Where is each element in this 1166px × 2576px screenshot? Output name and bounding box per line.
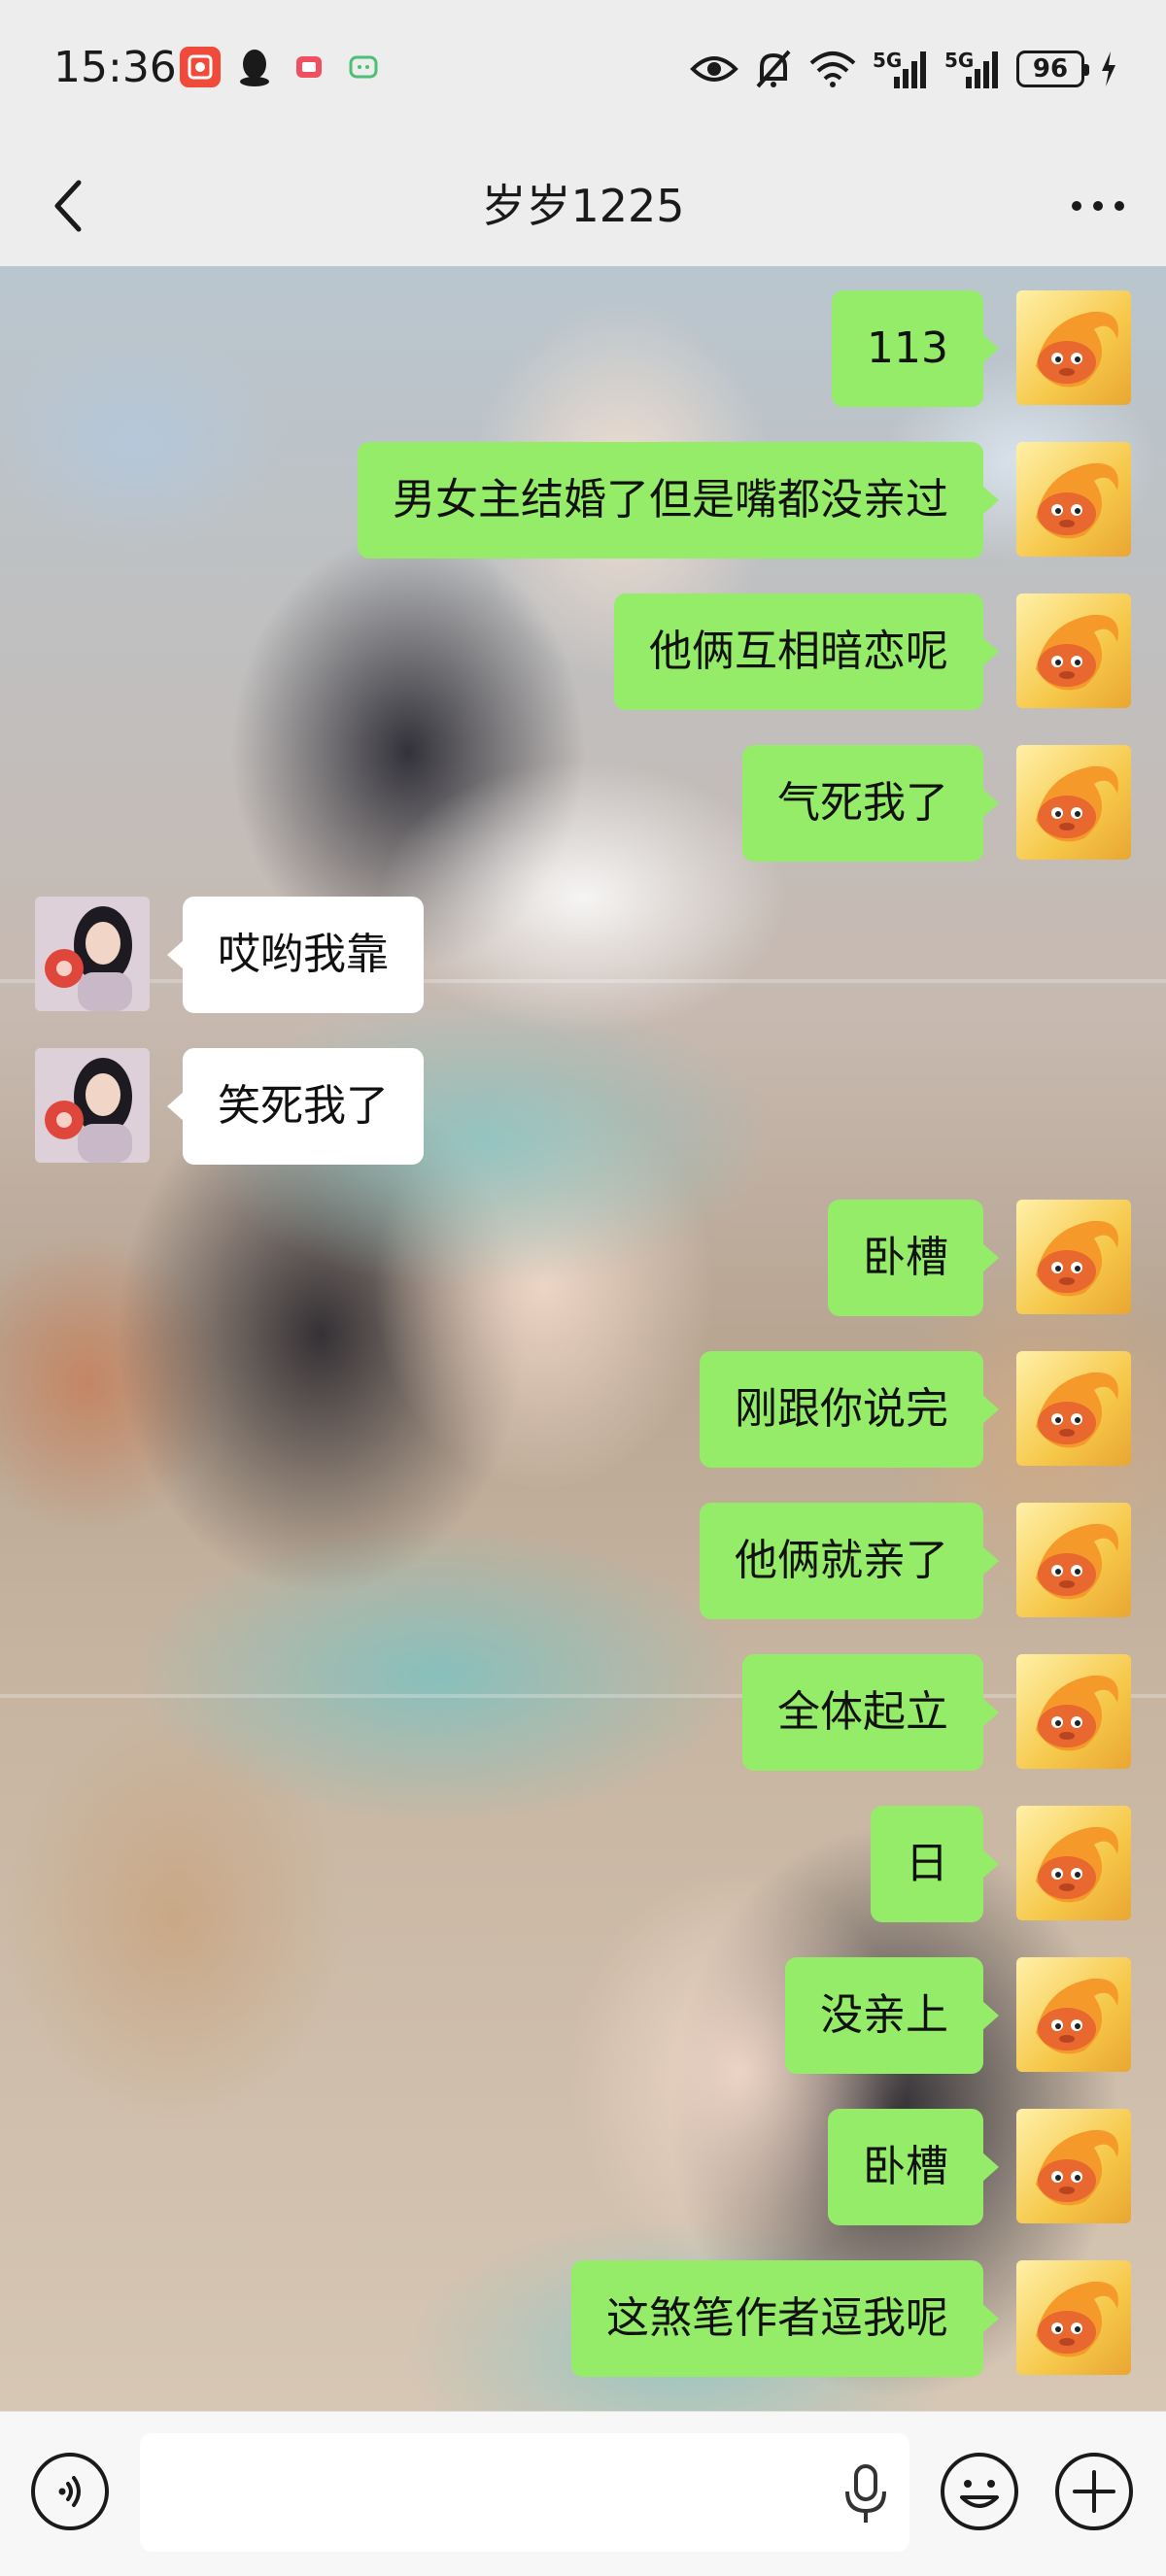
- message-bubble-sent[interactable]: 没亲上: [785, 1957, 999, 2074]
- message-bubble-sent[interactable]: 日: [871, 1806, 999, 1922]
- message-row: 没亲上: [0, 1957, 1166, 2074]
- my-avatar[interactable]: [1016, 1200, 1131, 1314]
- input-toolbar: [0, 2411, 1166, 2576]
- emoji-button[interactable]: [939, 2451, 1020, 2532]
- my-avatar[interactable]: [1016, 593, 1131, 708]
- message-bubble-sent[interactable]: 卧槽: [828, 2109, 999, 2225]
- eye-icon: [690, 47, 738, 91]
- my-avatar[interactable]: [1016, 442, 1131, 557]
- message-bubble-sent[interactable]: 他俩互相暗恋呢: [614, 593, 999, 710]
- contact-avatar[interactable]: [35, 1048, 150, 1163]
- message-bubble-sent[interactable]: 这煞笔作者逗我呢: [571, 2260, 999, 2377]
- signal-icon: 5G: [873, 47, 929, 91]
- message-row: 113: [0, 290, 1166, 407]
- chevron-left-icon: [54, 180, 82, 232]
- message-bubble-received[interactable]: 哎哟我靠: [167, 897, 424, 1013]
- message-row: 哎哟我靠: [0, 897, 1166, 1013]
- message-bubble-sent[interactable]: 他俩就亲了: [700, 1503, 999, 1619]
- plus-icon: [1055, 2453, 1133, 2530]
- more-button[interactable]: [1059, 167, 1137, 245]
- my-avatar[interactable]: [1016, 1503, 1131, 1617]
- message-input[interactable]: [140, 2433, 909, 2552]
- red-app-icon: [289, 47, 329, 87]
- status-bar: 15:36 5G 5G 96: [0, 0, 1166, 146]
- voice-mode-button[interactable]: [29, 2451, 111, 2532]
- my-avatar[interactable]: [1016, 290, 1131, 405]
- message-row: 卧槽: [0, 1200, 1166, 1316]
- voice-mode-icon: [31, 2453, 109, 2530]
- message-row: 他俩互相暗恋呢: [0, 593, 1166, 710]
- network-label-1: 5G: [873, 49, 903, 72]
- app-badge-icon: [180, 47, 221, 87]
- chat-header: 岁岁1225: [0, 146, 1166, 266]
- status-app-icons: [180, 47, 384, 87]
- status-indicators: 5G 5G 96: [690, 47, 1117, 91]
- contact-avatar[interactable]: [35, 897, 150, 1011]
- qq-icon: [234, 47, 275, 87]
- message-row: 这煞笔作者逗我呢: [0, 2260, 1166, 2377]
- message-bubble-sent[interactable]: 全体起立: [742, 1654, 999, 1771]
- my-avatar[interactable]: [1016, 745, 1131, 860]
- message-row: 笑死我了: [0, 1048, 1166, 1165]
- message-row: 全体起立: [0, 1654, 1166, 1771]
- emoji-icon: [941, 2453, 1018, 2530]
- message-bubble-sent[interactable]: 气死我了: [742, 745, 999, 862]
- mute-bell-icon: [754, 47, 793, 91]
- more-dots-icon: [1072, 201, 1124, 211]
- message-bubble-sent[interactable]: 男女主结婚了但是嘴都没亲过: [358, 442, 999, 559]
- message-row: 男女主结婚了但是嘴都没亲过: [0, 442, 1166, 559]
- charging-icon: [1100, 47, 1117, 91]
- message-bubble-sent[interactable]: 卧槽: [828, 1200, 999, 1316]
- signal-icon-2: 5G: [944, 47, 1001, 91]
- message-row: 他俩就亲了: [0, 1503, 1166, 1619]
- message-bubble-sent[interactable]: 刚跟你说完: [700, 1351, 999, 1468]
- network-label-2: 5G: [944, 49, 975, 72]
- chat-title: 岁岁1225: [481, 180, 685, 232]
- my-avatar[interactable]: [1016, 2260, 1131, 2375]
- more-functions-button[interactable]: [1053, 2451, 1135, 2532]
- chat-messages-area[interactable]: 113 男女主结婚了但是嘴都没亲过 他俩互相暗恋呢 气死我了 哎哟我靠 笑死我了…: [0, 266, 1166, 2411]
- status-time: 15:36: [53, 43, 177, 92]
- my-avatar[interactable]: [1016, 1806, 1131, 1920]
- message-row: 卧槽: [0, 2109, 1166, 2225]
- my-avatar[interactable]: [1016, 1654, 1131, 1769]
- battery-level: 96: [1032, 54, 1069, 84]
- microphone-icon[interactable]: [841, 2462, 890, 2525]
- message-bubble-sent[interactable]: 113: [832, 290, 999, 407]
- green-app-icon: [343, 47, 384, 87]
- wifi-icon: [808, 47, 857, 91]
- my-avatar[interactable]: [1016, 1351, 1131, 1466]
- back-button[interactable]: [39, 167, 97, 245]
- my-avatar[interactable]: [1016, 1957, 1131, 2072]
- battery-icon: 96: [1016, 51, 1089, 87]
- message-bubble-received[interactable]: 笑死我了: [167, 1048, 424, 1165]
- my-avatar[interactable]: [1016, 2109, 1131, 2223]
- message-row: 气死我了: [0, 745, 1166, 862]
- message-row: 日: [0, 1806, 1166, 1922]
- message-row: 刚跟你说完: [0, 1351, 1166, 1468]
